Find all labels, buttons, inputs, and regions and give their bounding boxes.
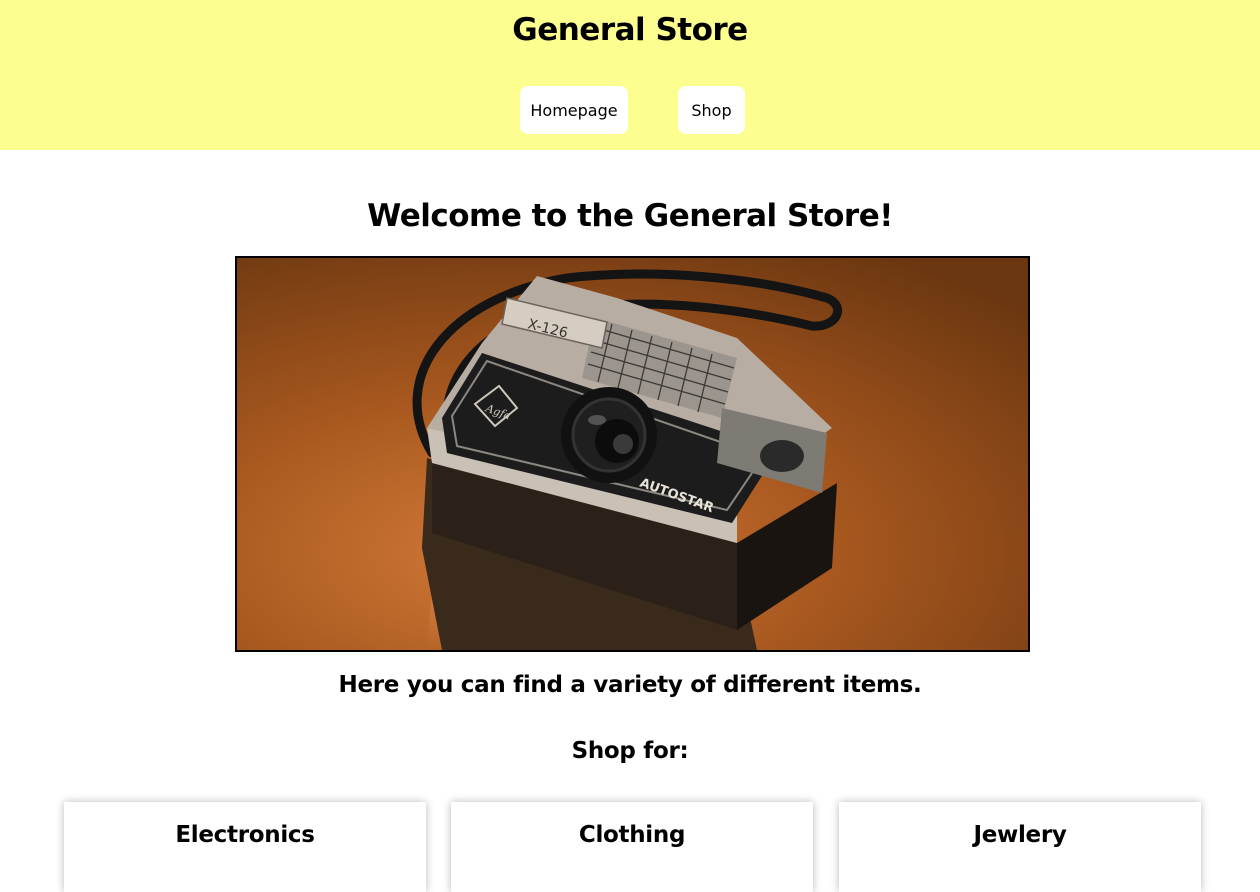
category-card-clothing[interactable]: Clothing <box>451 802 813 892</box>
category-title: Jewlery <box>973 822 1067 848</box>
category-card-jewlery[interactable]: Jewlery <box>839 802 1201 892</box>
category-card-electronics[interactable]: Electronics <box>64 802 426 892</box>
site-header: General Store Homepage Shop <box>0 0 1260 150</box>
camera-photo: X-126 Agfa AUTOSTAR <box>237 258 1028 650</box>
hero-image: X-126 Agfa AUTOSTAR <box>235 256 1030 652</box>
site-title: General Store <box>512 12 748 48</box>
shop-for-heading: Shop for: <box>571 738 689 764</box>
welcome-heading: Welcome to the General Store! <box>367 198 893 234</box>
nav-shop-button[interactable]: Shop <box>678 86 745 134</box>
category-title: Clothing <box>578 822 686 848</box>
nav-homepage-button[interactable]: Homepage <box>520 86 628 134</box>
tagline-text: Here you can find a variety of different… <box>338 672 922 698</box>
category-title: Electronics <box>175 822 315 848</box>
